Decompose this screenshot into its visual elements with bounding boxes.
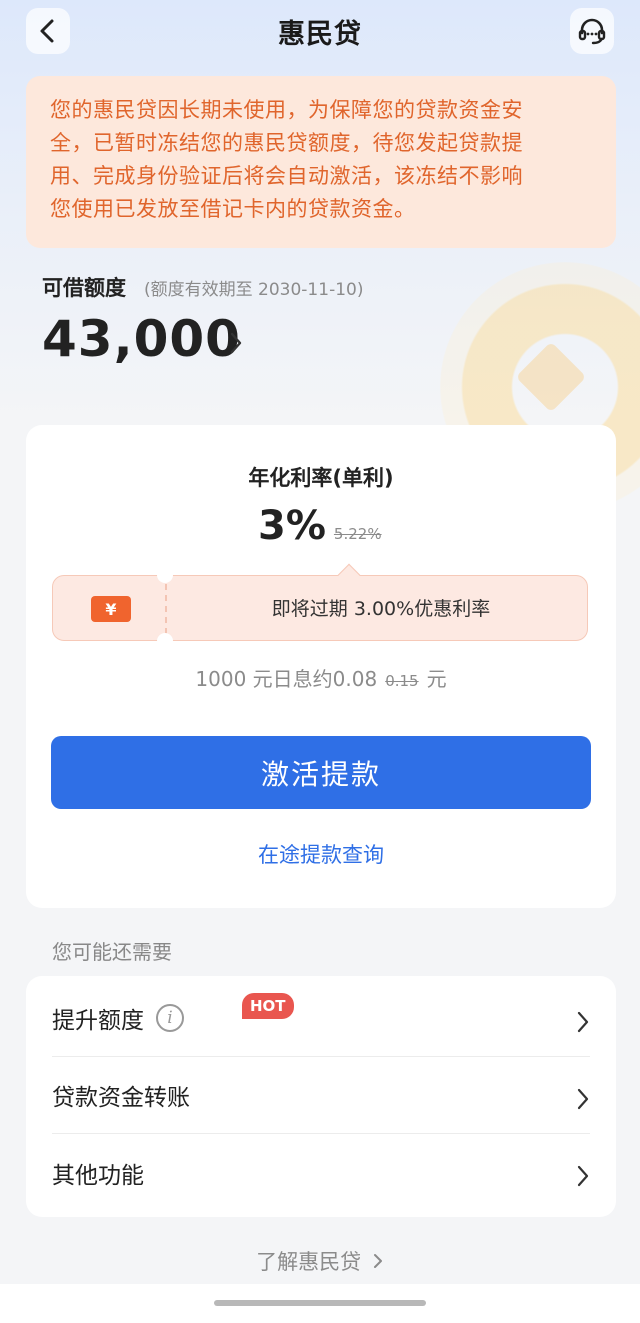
notice-line: 您使用已发放至借记卡内的贷款资金。 (50, 197, 416, 221)
list-item-transfer[interactable]: 贷款资金转账 (52, 1057, 590, 1134)
interest-unit: 元 (426, 667, 447, 691)
daily-interest: 1000 元日息约0.08 0.15 元 (26, 663, 616, 692)
chevron-right-icon (373, 1254, 382, 1268)
credit-amount[interactable]: 43,000 (42, 310, 241, 368)
ticket-icon: ¥ (91, 590, 131, 622)
hot-badge: HOT (242, 993, 294, 1019)
page-title: 惠民贷 (278, 19, 362, 50)
interest-original: 0.15 (385, 672, 419, 690)
frozen-notice: 您的惠民贷因长期未使用，为保障您的贷款资金安 全，已暂时冻结您的惠民贷额度，待您… (26, 76, 616, 248)
chevron-right-icon (577, 1165, 589, 1187)
coupon-notch (157, 633, 173, 649)
notice-line: 全，已暂时冻结您的惠民贷额度，待您发起贷款提 (50, 131, 523, 155)
header: 惠民贷 (0, 0, 640, 62)
notice-line: 用、完成身份验证后将会自动激活，该冻结不影响 (50, 164, 523, 188)
interest-prefix: 1000 元日息约0.08 (195, 667, 378, 691)
customer-service-button[interactable] (570, 8, 614, 54)
learn-more-label: 了解惠民贷 (256, 1250, 362, 1274)
list-item-raise-limit[interactable]: 提升额度 i HOT (52, 980, 590, 1057)
coupon-text: 即将过期 3.00%优惠利率 (271, 598, 491, 620)
list-item-label: 其他功能 (52, 1162, 144, 1189)
activate-withdraw-button[interactable]: 激活提款 (51, 736, 591, 809)
page: 惠民贷 您的惠民贷因长期未使用，为保障您的贷款资金安 全，已暂时冻结您的惠民贷额… (0, 0, 640, 1323)
coupon-pointer (337, 563, 361, 587)
notice-line: 您的惠民贷因长期未使用，为保障您的贷款资金安 (50, 98, 523, 122)
chevron-right-icon (577, 1011, 589, 1033)
list-item-label: 提升额度 (52, 1008, 144, 1034)
learn-more-link[interactable]: 了解惠民贷 (0, 1246, 640, 1276)
coupon-notch (157, 567, 173, 583)
rate-original: 5.22% (333, 525, 382, 543)
headset-icon (578, 18, 606, 45)
info-icon[interactable]: i (156, 1004, 184, 1032)
credit-label: 可借额度 (42, 276, 126, 300)
discount-coupon[interactable]: ¥ 即将过期 3.00%优惠利率 (52, 563, 588, 649)
chevron-right-icon[interactable] (228, 330, 244, 356)
chevron-right-icon (577, 1088, 589, 1110)
credit-validity: (额度有效期至 2030-11-10) (144, 280, 364, 300)
list-item-label: 贷款资金转账 (52, 1085, 190, 1111)
more-heading: 您可能还需要 (52, 940, 172, 964)
coupon-divider (165, 584, 167, 634)
rate-row: 3% 5.22% (258, 503, 382, 549)
more-list: 提升额度 i HOT 贷款资金转账 其他功能 (26, 976, 616, 1217)
home-indicator[interactable] (214, 1300, 426, 1306)
list-item-other-functions[interactable]: 其他功能 (52, 1134, 590, 1211)
rate-label: 年化利率(单利) (248, 466, 394, 490)
pending-withdraw-query-link[interactable]: 在途提款查询 (26, 839, 616, 869)
loan-card: 年化利率(单利) 3% 5.22% ¥ 即将过期 3.00%优惠利率 1000 … (26, 425, 616, 908)
rate-value: 3% (258, 503, 326, 549)
